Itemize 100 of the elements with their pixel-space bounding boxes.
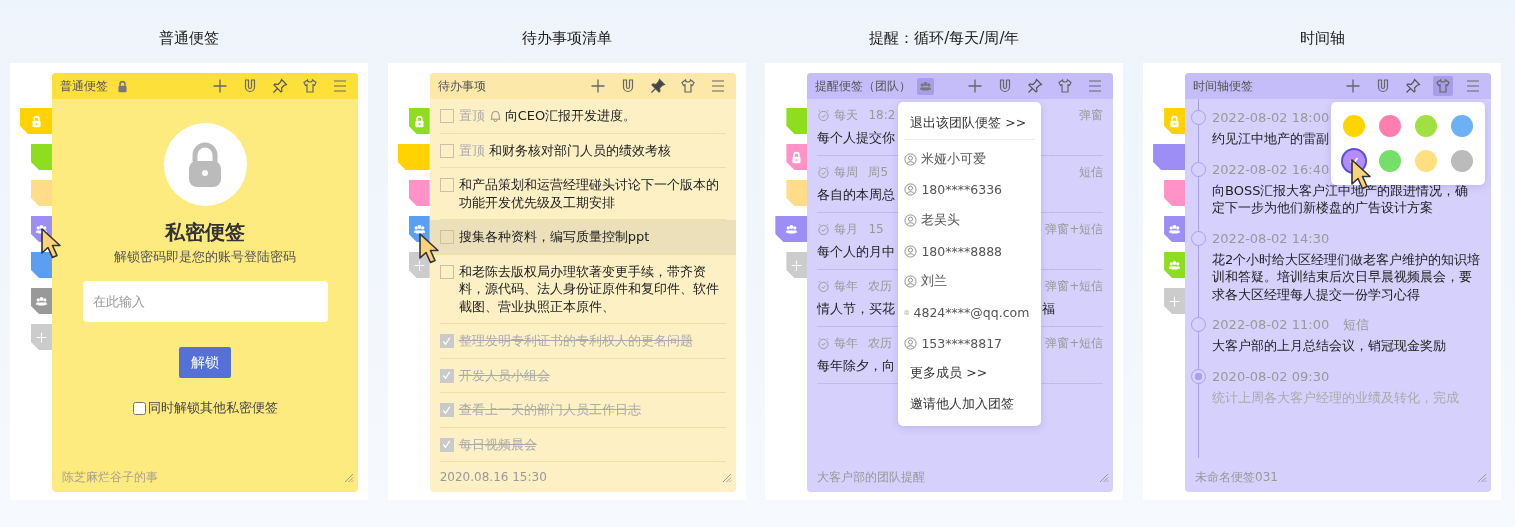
checkbox[interactable] [439,403,454,417]
note-footer: 未命名便签031 [1195,468,1278,486]
alarm-icon [817,280,831,293]
alarm-icon [817,166,831,179]
team-icon [784,222,798,236]
reminder-text: 各自的本周总 [817,187,896,202]
entry-text: 统计上周各大客户经理的业绩及转化，完成 [1212,388,1461,406]
team-icon [35,294,48,308]
note-tab[interactable] [31,252,52,278]
note-footer: 陈芝麻烂谷子的事 [62,468,158,486]
menu-item[interactable]: 邀请他人加入团签 [898,389,1042,420]
team-icon [1168,258,1182,272]
lock-heading: 私密便签 [165,219,245,245]
note-title: 提醒便签（团队） [815,77,912,95]
menu-item[interactable]: 153****8817 [898,327,1042,359]
channel-label: 短信 [1079,164,1104,181]
unlock-button[interactable]: 解锁 [179,347,231,378]
checkbox[interactable] [439,178,454,192]
reminder-text: 福 [1042,300,1056,318]
team-icon[interactable] [917,77,935,95]
entry-text: 大客户部的上月总结会议，销冠现金奖励 [1212,337,1448,355]
alarm-icon [817,223,831,236]
shirt-icon[interactable] [300,76,320,96]
entry-time: 2022-08-02 14:30 [1212,229,1330,247]
checkbox[interactable] [439,109,454,123]
reminder-time: 农历 [868,335,893,352]
menu-item[interactable]: 米娅小可爱 [898,143,1042,175]
section-caption: 普通便签 [159,29,219,47]
entry-time: 2022-08-02 16:40 [1212,160,1330,178]
reminder-time: 18:2 [868,107,896,124]
entry-time: 2022-08-02 11:00 [1212,316,1330,333]
password-field[interactable]: 在此输入 [82,281,328,322]
repeat-label: 每月 [834,221,859,238]
channel-label: 短信 [1343,316,1370,333]
resize-grip-icon[interactable] [1097,471,1110,483]
todo-row[interactable]: 搜集各种资料，编写质量控制ppt [429,220,736,255]
repeat-label: 每周 [834,164,859,181]
color-swatch[interactable] [1415,150,1438,172]
menu-item[interactable]: 刘兰 [898,266,1042,298]
reminder-text: 每年除夕，向 [817,358,896,373]
note-title: 待办事项 [437,77,486,95]
entry-time: 2020-08-02 09:30 [1212,367,1330,385]
lock-icon [790,150,804,164]
todo-text: 整理发明专利证书的专利权人的更名问题 [458,333,693,348]
checkbox[interactable] [439,368,454,383]
entry-text: 花2个小时给大区经理们做老客户维护的知识培训和答疑。培训结束后次日早晨视频晨会，要求各大区经理每人提交一份学习心得 [1212,250,1482,303]
todo-text: 查看上一天的部门人员工作日志 [458,402,641,417]
menu-item[interactable]: 4824****@qq.com [898,297,1042,328]
lock-hint: 解锁密码即是您的账号登陆密码 [114,248,296,266]
plus-icon [35,330,48,344]
lock-icon [1168,114,1182,128]
reminder-time: 周5 [868,164,888,181]
reminder-time: 15 [868,221,884,238]
color-swatch[interactable] [1451,150,1474,172]
checkbox[interactable] [439,230,454,244]
color-swatch[interactable] [1379,115,1402,137]
color-swatch[interactable] [1343,115,1366,137]
lock-icon [412,114,426,128]
entry-text: 约见江中地产的雷副 [1212,130,1331,148]
shirt-icon[interactable] [1433,76,1454,96]
channel-label: 弹窗+短信 [1045,278,1104,295]
pin-tag: 置顶 [458,108,485,123]
checkbox[interactable] [439,334,454,348]
channel-label: 弹窗+短信 [1045,335,1104,352]
reminder-time: 农历 [868,278,893,295]
team-icon [412,222,426,236]
menu-item[interactable]: 180****8888 [898,235,1042,267]
repeat-label: 每年 [834,335,859,352]
color-swatch[interactable] [1451,115,1474,137]
todo-text: 和老陈去版权局办理软著变更手续，带齐资料，源代码、法人身份证原件和复印件、软件截图、营业执照正本原件、 [458,263,719,314]
entry-time: 2022-08-02 18:00 [1212,109,1330,126]
note-title: 时间轴便签 [1193,77,1254,95]
checkbox[interactable] [439,143,454,158]
lock-icon [29,114,43,128]
resize-grip-icon[interactable] [1475,471,1488,483]
menu-item[interactable]: 退出该团队便签 >> [898,108,1042,139]
repeat-label: 每年 [834,278,859,295]
section-caption: 待办事项清单 [521,29,612,47]
todo-text: 和财务核对部门人员的绩效考核 [488,142,671,158]
plus-icon [412,258,426,272]
color-swatch[interactable] [1415,115,1438,137]
plus-icon [1168,294,1182,308]
reminder-text: 每个人提交你 [817,130,896,145]
pin-tag: 置顶 [458,142,485,158]
todo-text: 和产品策划和运营经理碰头讨论下一个版本的功能开发优先级及工期安排 [458,177,719,210]
channel-label: 弹窗+短信 [1045,221,1104,238]
alarm-icon [817,109,831,122]
check-icon [441,370,453,381]
note-title: 普通便签 [60,77,108,95]
section-caption: 时间轴 [1299,29,1345,47]
checkbox[interactable] [439,264,454,279]
todo-text: 搜集各种资料，编写质量控制ppt [458,229,650,244]
color-swatch[interactable] [1379,150,1402,172]
checkbox[interactable] [132,401,146,415]
resize-grip-icon[interactable] [342,471,354,483]
menu-item[interactable]: 180****6336 [898,174,1042,206]
checkbox[interactable] [439,437,454,452]
menu-item[interactable]: 老吴头 [898,205,1042,236]
menu-item[interactable]: 更多成员 >> [898,358,1042,390]
channel-label: 弹窗 [1079,107,1104,124]
